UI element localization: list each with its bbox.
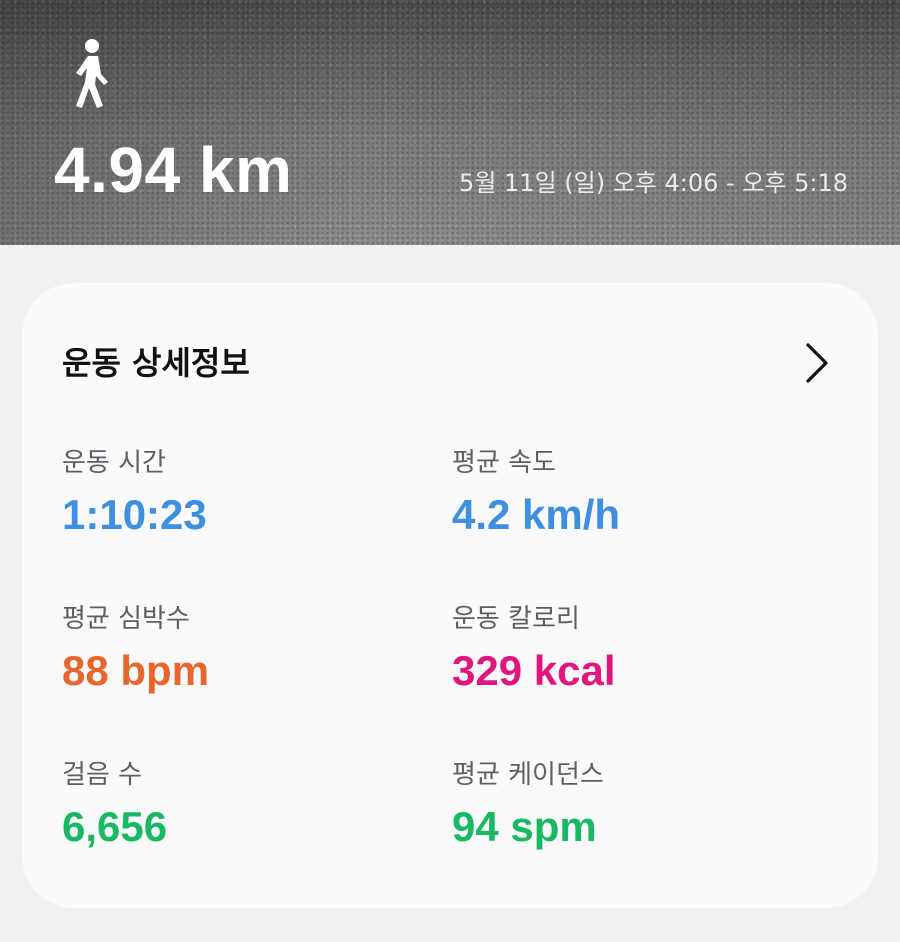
stat-average-heart-rate: 평균 심박수 88 bpm [62, 603, 402, 695]
workout-time-range: 5월 11일 (일) 오후 4:06 - 오후 5:18 [459, 169, 848, 197]
stat-value: 6,656 [62, 803, 168, 850]
header-banner: 4.94 km 5월 11일 (일) 오후 4:06 - 오후 5:18 [0, 0, 900, 245]
stat-label: 운동 칼로리 [452, 604, 580, 634]
stat-label: 평균 케이던스 [452, 760, 604, 790]
stat-label: 평균 속도 [452, 448, 556, 478]
stat-label: 걸음 수 [62, 760, 143, 790]
chevron-right-icon[interactable] [804, 341, 830, 385]
stat-steps: 걸음 수 6,656 [62, 759, 402, 851]
stat-workout-time: 운동 시간 1:10:23 [62, 447, 402, 539]
stat-label: 평균 심박수 [62, 604, 190, 634]
stat-value: 94 spm [452, 803, 597, 850]
stat-average-cadence: 평균 케이던스 94 spm [452, 759, 792, 851]
walking-person-icon [76, 39, 108, 108]
workout-details-card: 운동 상세정보 운동 시간 1:10:23 평균 속도 4.2 km/h 평균 … [22, 283, 878, 908]
stat-average-speed: 평균 속도 4.2 km/h [452, 447, 792, 539]
stat-value: 88 bpm [62, 647, 210, 694]
stat-calories: 운동 칼로리 329 kcal [452, 603, 792, 695]
distance-value: 4.94 km [54, 134, 293, 206]
card-title: 운동 상세정보 [62, 344, 250, 382]
stat-label: 운동 시간 [62, 448, 166, 478]
stat-value: 1:10:23 [62, 491, 207, 538]
stat-value: 329 kcal [452, 647, 616, 694]
stat-value: 4.2 km/h [452, 491, 621, 538]
